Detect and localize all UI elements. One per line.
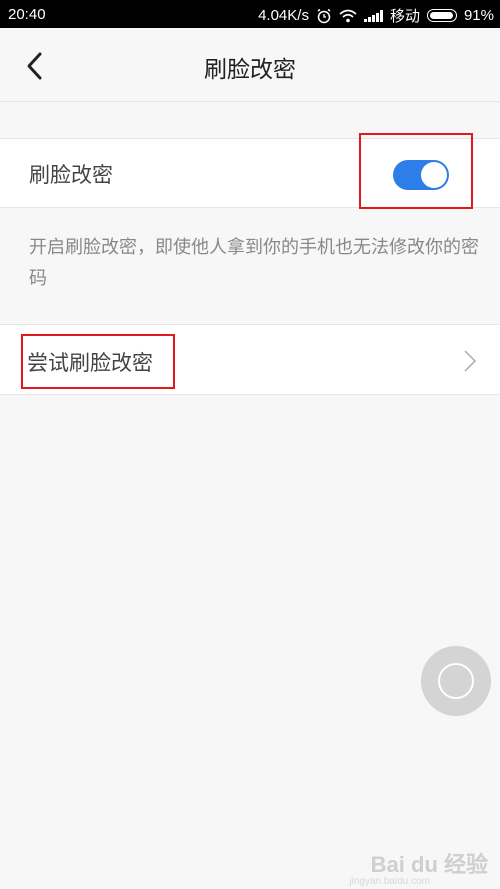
wifi-icon	[339, 9, 357, 22]
network-speed: 4.04K/s	[258, 7, 309, 24]
status-bar: 20:40 4.04K/s 移动 91%	[0, 0, 500, 28]
annotation-box-try	[21, 334, 175, 389]
battery-level: 91%	[463, 7, 494, 24]
status-icons: 4.04K/s 移动 91%	[258, 5, 494, 26]
baidu-jingyan-logo: Bai du 经验	[370, 852, 488, 877]
chevron-right-icon	[464, 350, 477, 372]
page-title: 刷脸改密	[204, 57, 296, 83]
alarm-icon	[317, 8, 331, 23]
hint-text: 开启刷脸改密，即使他人拿到你的手机也无法修改你的密码	[29, 237, 479, 289]
assistive-touch-icon[interactable]	[421, 646, 491, 716]
carrier-name: 移动	[389, 8, 420, 25]
signal-icon	[363, 9, 383, 22]
status-time: 20:40	[8, 6, 46, 23]
battery-icon	[426, 9, 457, 22]
annotation-box-toggle	[359, 133, 473, 209]
title-bar: 刷脸改密	[0, 28, 500, 102]
face-change-password-label: 刷脸改密	[29, 163, 113, 187]
watermark-url: jingyan.baidu.com	[349, 876, 430, 887]
